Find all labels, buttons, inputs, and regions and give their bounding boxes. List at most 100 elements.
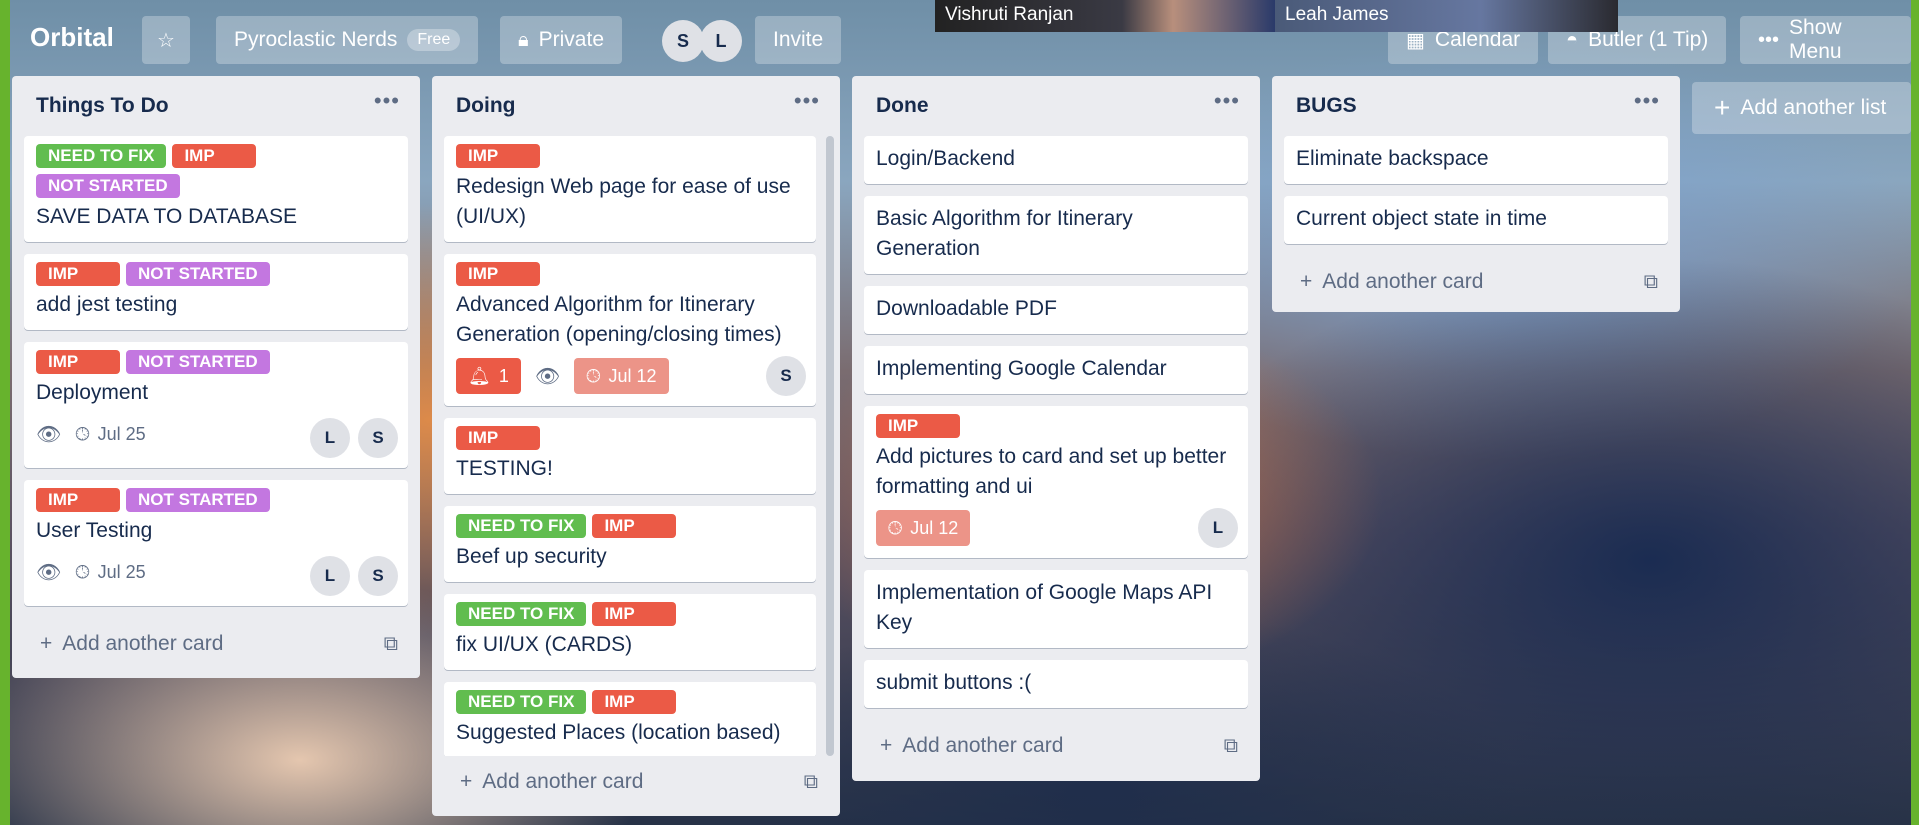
- video-call-strip[interactable]: Vishruti Ranjan Leah James: [935, 0, 1618, 32]
- team-plan-badge: Free: [407, 29, 461, 51]
- card-template-icon[interactable]: ⧉: [384, 633, 398, 656]
- notification-badge[interactable]: 🔔︎ 1: [456, 358, 521, 394]
- card[interactable]: Downloadable PDF: [864, 286, 1248, 334]
- due-date: Jul 25: [97, 561, 146, 582]
- due-date-badge[interactable]: 🕓︎ Jul 25: [75, 424, 145, 445]
- label-not-started[interactable]: NOT STARTED: [36, 174, 180, 198]
- card[interactable]: IMP Advanced Algorithm for Itinerary Gen…: [444, 254, 816, 406]
- label-imp[interactable]: IMP: [456, 426, 540, 450]
- add-card-button[interactable]: + Add another card ⧉: [1272, 256, 1680, 308]
- list-header: Doing •••: [432, 76, 840, 136]
- card-member-avatar[interactable]: S: [358, 556, 398, 596]
- card[interactable]: IMP Redesign Web page for ease of use (U…: [444, 136, 816, 242]
- label-imp[interactable]: IMP: [456, 262, 540, 286]
- video-participant[interactable]: Vishruti Ranjan: [935, 0, 1275, 32]
- member-avatar[interactable]: S: [662, 20, 704, 62]
- list-title[interactable]: Doing: [456, 94, 515, 118]
- card[interactable]: NEED TO FIX IMP Suggested Places (locati…: [444, 682, 816, 756]
- card-title: Advanced Algorithm for Itinerary Generat…: [456, 293, 782, 346]
- list-bugs: BUGS ••• Eliminate backspace Current obj…: [1272, 76, 1680, 312]
- invite-button[interactable]: Invite: [755, 16, 842, 64]
- card-member-avatar[interactable]: S: [766, 356, 806, 396]
- label-imp[interactable]: IMP: [456, 144, 540, 168]
- add-card-label: Add another card: [62, 632, 224, 655]
- list-title[interactable]: Things To Do: [36, 94, 169, 118]
- card-member-avatar[interactable]: S: [358, 418, 398, 458]
- card-template-icon[interactable]: ⧉: [804, 771, 818, 794]
- card[interactable]: IMP TESTING!: [444, 418, 816, 494]
- list-menu-icon[interactable]: •••: [1634, 88, 1660, 114]
- list-menu-icon[interactable]: •••: [374, 88, 400, 114]
- label-imp[interactable]: IMP: [36, 350, 120, 374]
- due-date-badge[interactable]: 🕓︎ Jul 12: [574, 358, 669, 394]
- notification-count: 1: [498, 365, 509, 386]
- card[interactable]: IMP NOT STARTED add jest testing: [24, 254, 408, 330]
- label-imp[interactable]: IMP: [876, 414, 960, 438]
- label-imp[interactable]: IMP: [36, 488, 120, 512]
- card[interactable]: submit buttons :(: [864, 660, 1248, 708]
- clock-icon: 🕓︎: [75, 561, 90, 582]
- eye-icon: 👁︎: [36, 423, 62, 446]
- add-card-label: Add another card: [902, 734, 1064, 757]
- label-imp[interactable]: IMP: [592, 690, 677, 714]
- list-title[interactable]: Done: [876, 94, 929, 118]
- label-not-started[interactable]: NOT STARTED: [126, 262, 270, 286]
- due-date-badge[interactable]: 🕓︎ Jul 25: [75, 562, 145, 583]
- label-not-started[interactable]: NOT STARTED: [126, 488, 270, 512]
- board-title[interactable]: Orbital: [30, 22, 114, 53]
- show-menu-label: Show Menu: [1789, 16, 1842, 63]
- show-menu-button[interactable]: ••• Show Menu: [1740, 16, 1911, 64]
- card[interactable]: IMP NOT STARTED User Testing 👁︎ 🕓︎ Jul 2…: [24, 480, 408, 606]
- card-member-avatar[interactable]: L: [1198, 508, 1238, 548]
- member-avatar[interactable]: L: [700, 20, 742, 62]
- video-participant[interactable]: Leah James: [1275, 0, 1618, 32]
- card[interactable]: Implementing Google Calendar: [864, 346, 1248, 394]
- label-need-to-fix[interactable]: NEED TO FIX: [36, 144, 167, 168]
- label-not-started[interactable]: NOT STARTED: [126, 350, 270, 374]
- card[interactable]: Current object state in time: [1284, 196, 1668, 244]
- card[interactable]: Eliminate backspace: [1284, 136, 1668, 184]
- participant-name: Vishruti Ranjan: [945, 4, 1074, 25]
- card[interactable]: NEED TO FIX IMP Beef up security: [444, 506, 816, 582]
- card-template-icon[interactable]: ⧉: [1224, 735, 1238, 758]
- card[interactable]: Login/Backend: [864, 136, 1248, 184]
- label-need-to-fix[interactable]: NEED TO FIX: [456, 602, 587, 626]
- card[interactable]: Basic Algorithm for Itinerary Generation: [864, 196, 1248, 274]
- plus-icon: +: [1714, 92, 1731, 123]
- add-list-button[interactable]: + Add another list: [1692, 82, 1911, 134]
- due-date-badge[interactable]: 🕓︎ Jul 12: [876, 510, 971, 546]
- card-title: Deployment: [36, 381, 149, 404]
- card-member-avatar[interactable]: L: [310, 556, 350, 596]
- list-header: BUGS •••: [1272, 76, 1680, 136]
- list-menu-icon[interactable]: •••: [794, 88, 820, 114]
- list-title[interactable]: BUGS: [1296, 94, 1357, 118]
- add-card-label: Add another card: [482, 770, 644, 793]
- card-title: Login/Backend: [876, 147, 1015, 170]
- list-scrollbar[interactable]: [826, 136, 834, 756]
- card[interactable]: IMP Add pictures to card and set up bett…: [864, 406, 1248, 558]
- label-need-to-fix[interactable]: NEED TO FIX: [456, 690, 587, 714]
- card[interactable]: NEED TO FIX IMP fix UI/UX (CARDS): [444, 594, 816, 670]
- label-imp[interactable]: IMP: [172, 144, 257, 168]
- card-member-avatar[interactable]: L: [310, 418, 350, 458]
- visibility-button[interactable]: 🔒︎ Private: [500, 16, 622, 64]
- team-button[interactable]: Pyroclastic Nerds Free: [216, 16, 479, 64]
- list-menu-icon[interactable]: •••: [1214, 88, 1240, 114]
- label-imp[interactable]: IMP: [36, 262, 120, 286]
- card-template-icon[interactable]: ⧉: [1644, 271, 1658, 294]
- ellipsis-icon: •••: [1758, 28, 1780, 51]
- add-card-button[interactable]: + Add another card ⧉: [432, 756, 840, 808]
- label-imp[interactable]: IMP: [592, 602, 677, 626]
- label-need-to-fix[interactable]: NEED TO FIX: [456, 514, 587, 538]
- add-card-button[interactable]: + Add another card ⧉: [852, 720, 1260, 772]
- card[interactable]: Implementation of Google Maps API Key: [864, 570, 1248, 648]
- card-title: Beef up security: [456, 545, 607, 568]
- card[interactable]: IMP NOT STARTED Deployment 👁︎ 🕓︎ Jul 25 …: [24, 342, 408, 468]
- eye-icon: 👁︎: [534, 365, 561, 388]
- card-title: Add pictures to card and set up better f…: [876, 445, 1227, 498]
- plus-icon: +: [1300, 270, 1313, 293]
- star-button[interactable]: ☆: [142, 16, 190, 64]
- card[interactable]: NEED TO FIX IMP NOT STARTED SAVE DATA TO…: [24, 136, 408, 242]
- label-imp[interactable]: IMP: [592, 514, 677, 538]
- add-card-button[interactable]: + Add another card ⧉: [12, 618, 420, 670]
